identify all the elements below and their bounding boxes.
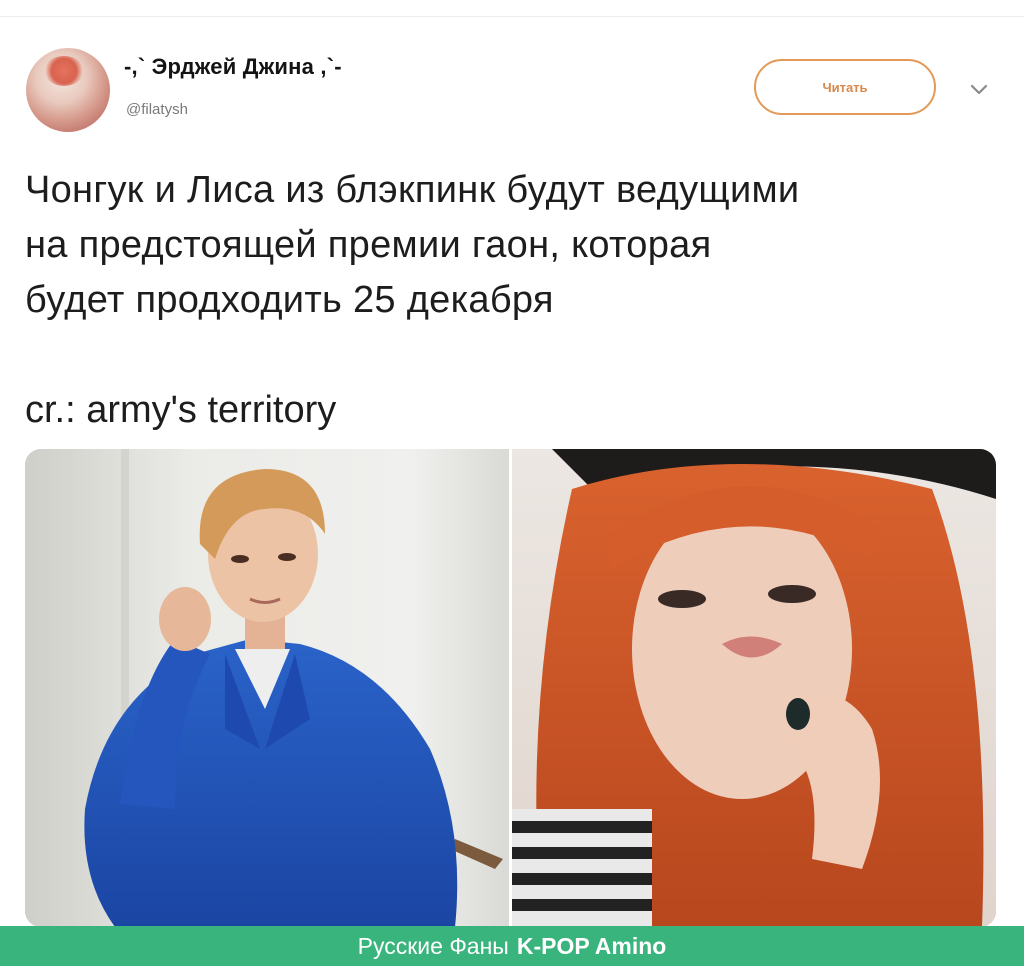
follow-button-label: Читать — [822, 79, 868, 95]
photo-person-blue-jacket[interactable] — [25, 449, 509, 927]
avatar[interactable] — [26, 48, 110, 132]
user-display-name[interactable]: -,` Эрджей Джина ,`- — [124, 54, 342, 80]
tweet-credit: cr.: army's territory — [25, 389, 337, 431]
tweet-text-line: на предстоящей премии гаон, которая — [25, 224, 712, 266]
tweet-media[interactable] — [25, 449, 996, 927]
tweet-text-line: будет продходить 25 декабря — [25, 279, 554, 321]
follow-button[interactable]: Читать — [754, 59, 936, 115]
footer-label: Русские Фаны — [357, 932, 509, 959]
footer-bar: Русские Фаны K-POP Amino — [0, 926, 1024, 966]
chevron-down-icon[interactable] — [970, 84, 988, 96]
user-handle[interactable]: @filatysh — [126, 101, 188, 118]
photo-person-orange-hair[interactable] — [512, 449, 996, 927]
tweet-text-line: Чонгук и Лиса из блэкпинк будут ведущими — [25, 169, 800, 211]
top-divider — [0, 16, 1024, 17]
tweet-text: Чонгук и Лиса из блэкпинк будут ведущими… — [25, 163, 1005, 328]
footer-brand: K-POP Amino — [516, 932, 667, 959]
